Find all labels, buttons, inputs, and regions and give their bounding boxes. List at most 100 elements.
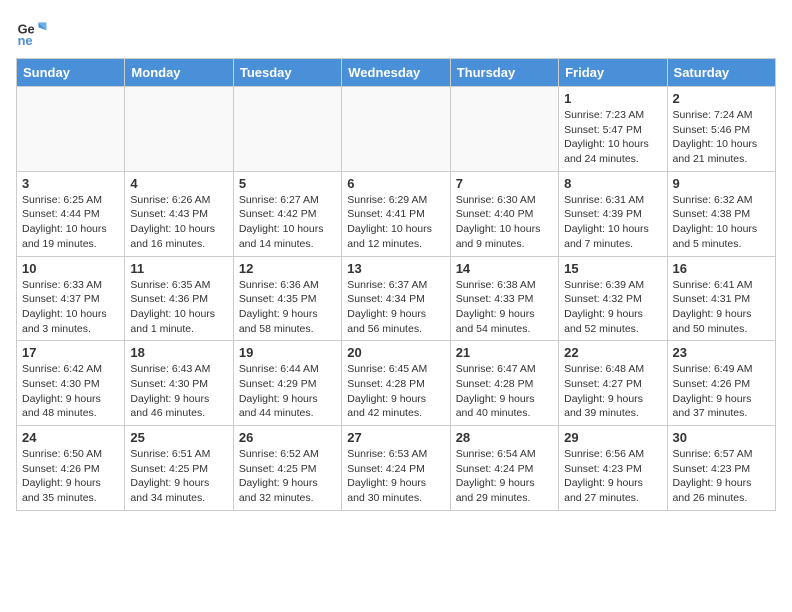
day-info: Sunrise: 6:26 AM Sunset: 4:43 PM Dayligh… [130, 193, 227, 252]
weekday-header: Saturday [667, 59, 775, 87]
day-info: Sunrise: 6:30 AM Sunset: 4:40 PM Dayligh… [456, 193, 553, 252]
calendar-cell: 19 Sunrise: 6:44 AM Sunset: 4:29 PM Dayli… [233, 341, 341, 426]
day-info: Sunrise: 6:31 AM Sunset: 4:39 PM Dayligh… [564, 193, 661, 252]
calendar-cell: 6 Sunrise: 6:29 AM Sunset: 4:41 PM Daylig… [342, 171, 450, 256]
day-number: 6 [347, 176, 444, 191]
day-number: 30 [673, 430, 770, 445]
day-info: Sunrise: 6:50 AM Sunset: 4:26 PM Dayligh… [22, 447, 119, 506]
day-info: Sunrise: 6:53 AM Sunset: 4:24 PM Dayligh… [347, 447, 444, 506]
day-info: Sunrise: 6:47 AM Sunset: 4:28 PM Dayligh… [456, 362, 553, 421]
day-info: Sunrise: 6:38 AM Sunset: 4:33 PM Dayligh… [456, 278, 553, 337]
calendar-cell: 27 Sunrise: 6:53 AM Sunset: 4:24 PM Dayli… [342, 426, 450, 511]
day-info: Sunrise: 6:32 AM Sunset: 4:38 PM Dayligh… [673, 193, 770, 252]
weekday-header: Friday [559, 59, 667, 87]
calendar-week-row: 3 Sunrise: 6:25 AM Sunset: 4:44 PM Daylig… [17, 171, 776, 256]
calendar-cell: 7Sunrise: 6:30 AM Sunset: 4:40 PM Daylig… [450, 171, 558, 256]
day-number: 13 [347, 261, 444, 276]
calendar-cell [17, 87, 125, 172]
calendar-cell: 10Sunrise: 6:33 AM Sunset: 4:37 PM Dayli… [17, 256, 125, 341]
calendar-cell: 28 Sunrise: 6:54 AM Sunset: 4:24 PM Dayli… [450, 426, 558, 511]
day-number: 1 [564, 91, 661, 106]
day-info: Sunrise: 6:51 AM Sunset: 4:25 PM Dayligh… [130, 447, 227, 506]
calendar-cell: 24 Sunrise: 6:50 AM Sunset: 4:26 PM Dayli… [17, 426, 125, 511]
weekday-header: Tuesday [233, 59, 341, 87]
calendar-cell: 8 Sunrise: 6:31 AM Sunset: 4:39 PM Daylig… [559, 171, 667, 256]
day-info: Sunrise: 6:36 AM Sunset: 4:35 PM Dayligh… [239, 278, 336, 337]
day-number: 23 [673, 345, 770, 360]
day-info: Sunrise: 6:35 AM Sunset: 4:36 PM Dayligh… [130, 278, 227, 337]
calendar-cell: 25Sunrise: 6:51 AM Sunset: 4:25 PM Dayli… [125, 426, 233, 511]
day-info: Sunrise: 6:52 AM Sunset: 4:25 PM Dayligh… [239, 447, 336, 506]
day-number: 20 [347, 345, 444, 360]
weekday-header: Monday [125, 59, 233, 87]
day-number: 19 [239, 345, 336, 360]
day-number: 14 [456, 261, 553, 276]
day-info: Sunrise: 6:39 AM Sunset: 4:32 PM Dayligh… [564, 278, 661, 337]
calendar-cell: 1 Sunrise: 7:23 AM Sunset: 5:47 PM Daylig… [559, 87, 667, 172]
calendar-week-row: 17 Sunrise: 6:42 AM Sunset: 4:30 PM Dayli… [17, 341, 776, 426]
day-info: Sunrise: 6:43 AM Sunset: 4:30 PM Dayligh… [130, 362, 227, 421]
calendar-cell: 5 Sunrise: 6:27 AM Sunset: 4:42 PM Daylig… [233, 171, 341, 256]
calendar-cell [450, 87, 558, 172]
calendar-cell [233, 87, 341, 172]
weekday-header: Thursday [450, 59, 558, 87]
calendar-cell: 30 Sunrise: 6:57 AM Sunset: 4:23 PM Dayli… [667, 426, 775, 511]
header: Ge ne [16, 16, 776, 48]
day-info: Sunrise: 6:37 AM Sunset: 4:34 PM Dayligh… [347, 278, 444, 337]
day-info: Sunrise: 7:24 AM Sunset: 5:46 PM Dayligh… [673, 108, 770, 167]
day-info: Sunrise: 6:48 AM Sunset: 4:27 PM Dayligh… [564, 362, 661, 421]
calendar-cell: 4 Sunrise: 6:26 AM Sunset: 4:43 PM Daylig… [125, 171, 233, 256]
calendar-cell: 29 Sunrise: 6:56 AM Sunset: 4:23 PM Dayli… [559, 426, 667, 511]
calendar-cell: 11 Sunrise: 6:35 AM Sunset: 4:36 PM Dayli… [125, 256, 233, 341]
day-info: Sunrise: 6:49 AM Sunset: 4:26 PM Dayligh… [673, 362, 770, 421]
calendar-cell: 14 Sunrise: 6:38 AM Sunset: 4:33 PM Dayli… [450, 256, 558, 341]
day-number: 10 [22, 261, 119, 276]
weekday-header: Wednesday [342, 59, 450, 87]
day-info: Sunrise: 6:56 AM Sunset: 4:23 PM Dayligh… [564, 447, 661, 506]
day-number: 21 [456, 345, 553, 360]
day-number: 16 [673, 261, 770, 276]
calendar-week-row: 24 Sunrise: 6:50 AM Sunset: 4:26 PM Dayli… [17, 426, 776, 511]
day-number: 24 [22, 430, 119, 445]
day-number: 27 [347, 430, 444, 445]
day-number: 3 [22, 176, 119, 191]
day-info: Sunrise: 6:44 AM Sunset: 4:29 PM Dayligh… [239, 362, 336, 421]
day-info: Sunrise: 6:42 AM Sunset: 4:30 PM Dayligh… [22, 362, 119, 421]
calendar-cell: 20 Sunrise: 6:45 AM Sunset: 4:28 PM Dayli… [342, 341, 450, 426]
calendar-cell: 15 Sunrise: 6:39 AM Sunset: 4:32 PM Dayli… [559, 256, 667, 341]
day-info: Sunrise: 7:23 AM Sunset: 5:47 PM Dayligh… [564, 108, 661, 167]
logo: Ge ne [16, 16, 50, 48]
day-number: 28 [456, 430, 553, 445]
day-number: 9 [673, 176, 770, 191]
calendar-cell: 3 Sunrise: 6:25 AM Sunset: 4:44 PM Daylig… [17, 171, 125, 256]
weekday-header-row: SundayMondayTuesdayWednesdayThursdayFrid… [17, 59, 776, 87]
calendar-cell: 26 Sunrise: 6:52 AM Sunset: 4:25 PM Dayli… [233, 426, 341, 511]
day-number: 29 [564, 430, 661, 445]
day-number: 2 [673, 91, 770, 106]
calendar-cell: 13 Sunrise: 6:37 AM Sunset: 4:34 PM Dayli… [342, 256, 450, 341]
day-number: 4 [130, 176, 227, 191]
day-info: Sunrise: 6:45 AM Sunset: 4:28 PM Dayligh… [347, 362, 444, 421]
calendar-week-row: 10Sunrise: 6:33 AM Sunset: 4:37 PM Dayli… [17, 256, 776, 341]
calendar-cell: 18Sunrise: 6:43 AM Sunset: 4:30 PM Dayli… [125, 341, 233, 426]
calendar-week-row: 1 Sunrise: 7:23 AM Sunset: 5:47 PM Daylig… [17, 87, 776, 172]
svg-text:ne: ne [18, 33, 33, 48]
calendar-cell: 12Sunrise: 6:36 AM Sunset: 4:35 PM Dayli… [233, 256, 341, 341]
day-info: Sunrise: 6:27 AM Sunset: 4:42 PM Dayligh… [239, 193, 336, 252]
day-info: Sunrise: 6:41 AM Sunset: 4:31 PM Dayligh… [673, 278, 770, 337]
day-number: 26 [239, 430, 336, 445]
day-number: 8 [564, 176, 661, 191]
calendar-cell: 9 Sunrise: 6:32 AM Sunset: 4:38 PM Daylig… [667, 171, 775, 256]
calendar-cell: 16 Sunrise: 6:41 AM Sunset: 4:31 PM Dayli… [667, 256, 775, 341]
day-number: 22 [564, 345, 661, 360]
day-info: Sunrise: 6:57 AM Sunset: 4:23 PM Dayligh… [673, 447, 770, 506]
day-number: 5 [239, 176, 336, 191]
day-number: 17 [22, 345, 119, 360]
day-info: Sunrise: 6:54 AM Sunset: 4:24 PM Dayligh… [456, 447, 553, 506]
calendar-cell: 22 Sunrise: 6:48 AM Sunset: 4:27 PM Dayli… [559, 341, 667, 426]
day-info: Sunrise: 6:29 AM Sunset: 4:41 PM Dayligh… [347, 193, 444, 252]
day-info: Sunrise: 6:25 AM Sunset: 4:44 PM Dayligh… [22, 193, 119, 252]
day-number: 11 [130, 261, 227, 276]
calendar-cell [342, 87, 450, 172]
day-number: 15 [564, 261, 661, 276]
